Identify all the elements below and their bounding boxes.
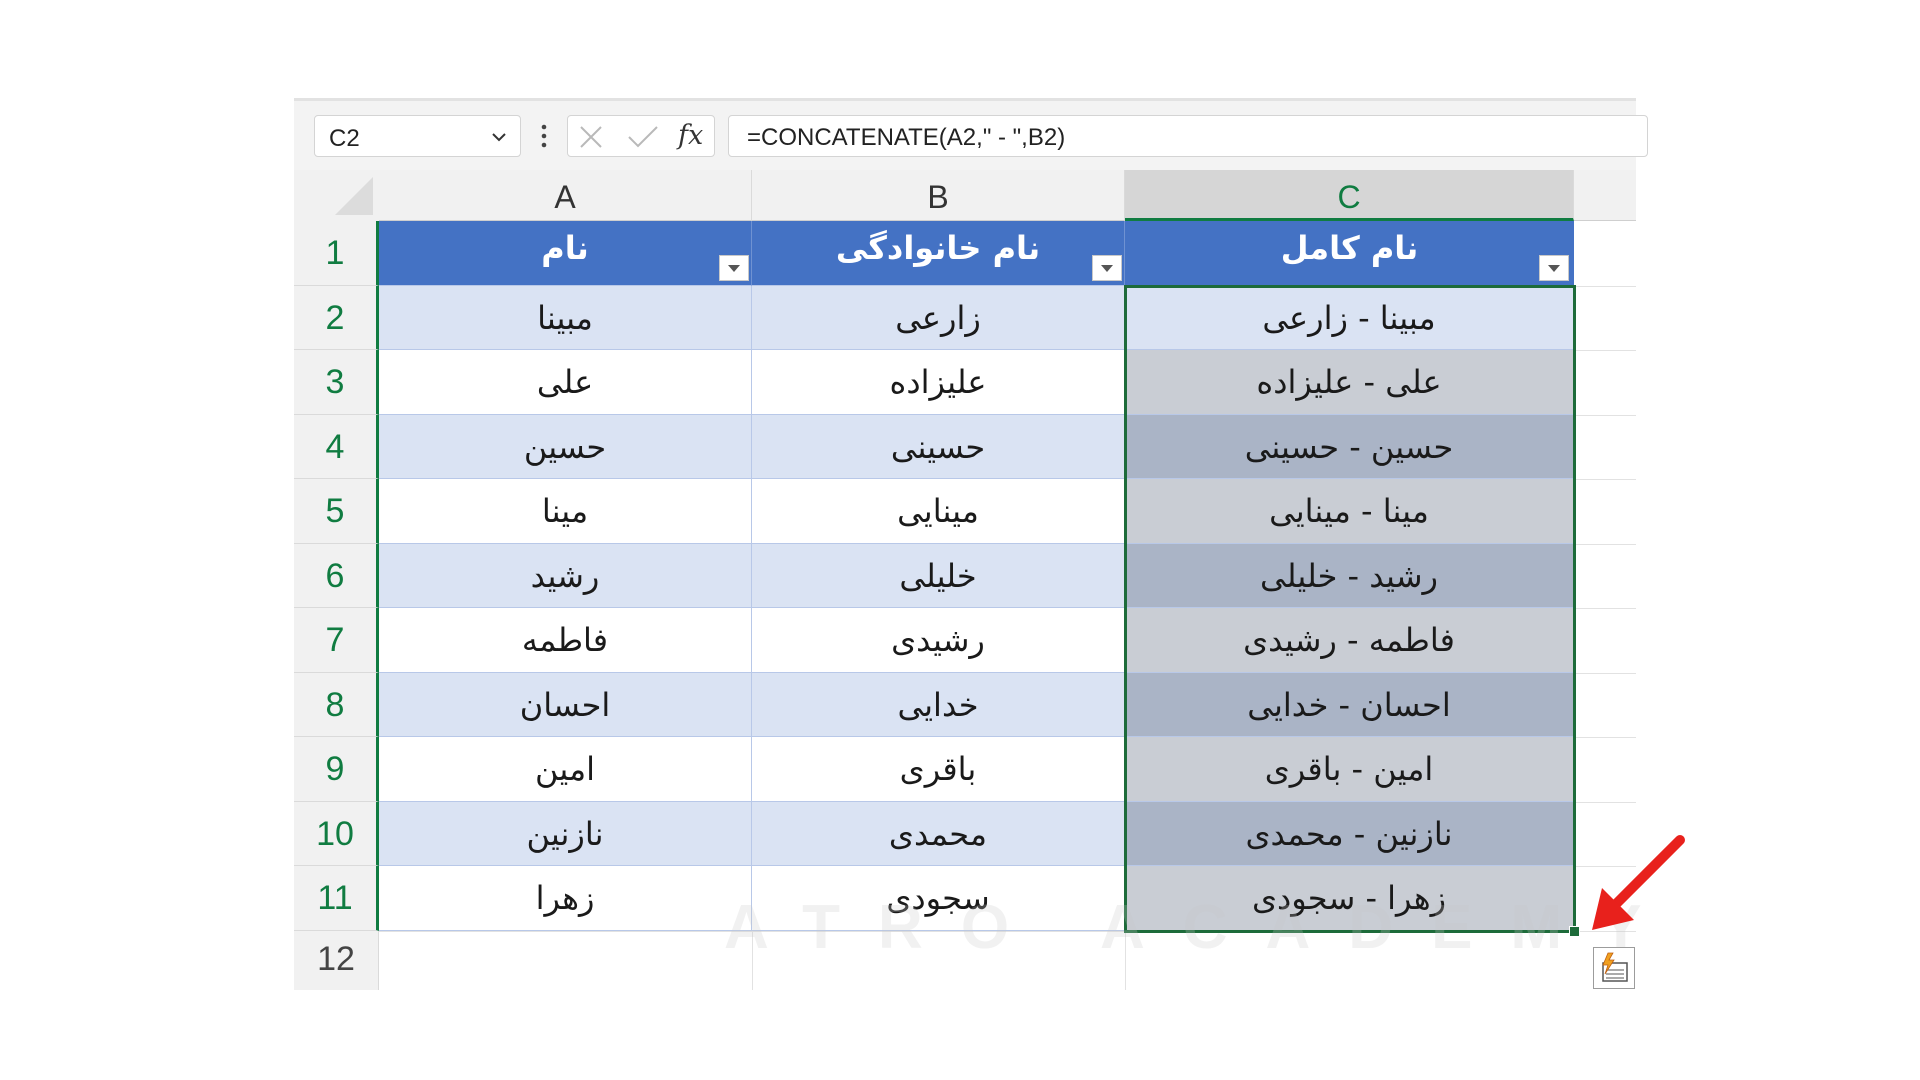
table-cell-b3[interactable]: علیزاده [752, 350, 1125, 415]
gridline [1574, 415, 1636, 416]
row-header-10[interactable]: 10 [294, 802, 379, 866]
row-header-7[interactable]: 7 [294, 608, 379, 673]
table-header-cell-c1[interactable]: نام کامل [1125, 221, 1574, 286]
row-header-9[interactable]: 9 [294, 737, 379, 802]
row-header-5[interactable]: 5 [294, 479, 379, 544]
column-header-b[interactable]: B [752, 170, 1125, 221]
table-cell-c10[interactable]: نازنین - محمدی [1125, 802, 1574, 866]
row-header-1[interactable]: 1 [294, 221, 379, 286]
table-cell-b4[interactable]: حسینی [752, 415, 1125, 479]
insert-function-button[interactable]: fx [678, 120, 703, 151]
gridline [1574, 608, 1636, 609]
gridline [1574, 544, 1636, 545]
table-cell-b8[interactable]: خدایی [752, 673, 1125, 737]
table-cell-a2[interactable]: مبینا [379, 286, 752, 350]
formula-bar-area: C2 fx =CONCATENATE(A2," - ",B2) [294, 98, 1648, 171]
table-cell-c2[interactable]: مبینا - زارعی [1125, 286, 1574, 350]
table-cell-b9[interactable]: باقری [752, 737, 1125, 802]
table-cell-c7[interactable]: فاطمه - رشیدی [1125, 608, 1574, 673]
column-header-d[interactable] [1574, 170, 1636, 221]
formula-input[interactable]: =CONCATENATE(A2," - ",B2) [728, 115, 1648, 157]
gridline [1574, 802, 1636, 803]
table-header-cell-a1[interactable]: نام [379, 221, 752, 286]
table-cell-a6[interactable]: رشید [379, 544, 752, 608]
table-cell-c5[interactable]: مینا - مینایی [1125, 479, 1574, 544]
red-arrow-icon [1592, 835, 1685, 930]
header-label-first-name: نام [541, 229, 589, 267]
table-cell-c3[interactable]: علی - علیزاده [1125, 350, 1574, 415]
table-cell-b6[interactable]: خلیلی [752, 544, 1125, 608]
table-cell-b10[interactable]: محمدی [752, 802, 1125, 866]
row-header-11[interactable]: 11 [294, 866, 379, 931]
row-header-2[interactable]: 2 [294, 286, 379, 350]
more-vertical-icon[interactable] [541, 121, 547, 151]
select-all-corner[interactable] [294, 170, 380, 222]
table-cell-a8[interactable]: احسان [379, 673, 752, 737]
header-label-full-name: نام کامل [1280, 229, 1419, 267]
table-cell-a7[interactable]: فاطمه [379, 608, 752, 673]
table-cell-b2[interactable]: زارعی [752, 286, 1125, 350]
filter-dropdown-icon[interactable] [1092, 255, 1122, 281]
table-cell-a4[interactable]: حسین [379, 415, 752, 479]
table-cell-b7[interactable]: رشیدی [752, 608, 1125, 673]
row-header-3[interactable]: 3 [294, 350, 379, 415]
gridline [1574, 286, 1636, 287]
table-cell-c4[interactable]: حسین - حسینی [1125, 415, 1574, 479]
watermark-text: ATRO ACADEMY [724, 893, 1680, 962]
column-header-c[interactable]: C [1125, 170, 1574, 221]
row-header-6[interactable]: 6 [294, 544, 379, 608]
gridline [1574, 673, 1636, 674]
row-header-12[interactable]: 12 [294, 931, 379, 990]
table-cell-a9[interactable]: امین [379, 737, 752, 802]
table-cell-a10[interactable]: نازنین [379, 802, 752, 866]
spreadsheet-grid: A B C 1 2 3 4 5 6 7 8 9 10 11 12 نام نام… [294, 170, 1641, 990]
header-label-last-name: نام خانوادگی [835, 229, 1041, 267]
gridline [1574, 350, 1636, 351]
cancel-icon[interactable] [578, 124, 604, 150]
table-cell-a11[interactable]: زهرا [379, 866, 752, 931]
table-cell-a5[interactable]: مینا [379, 479, 752, 544]
enter-checkmark-icon[interactable] [626, 124, 660, 150]
gridline [1574, 479, 1636, 480]
table-cell-c8[interactable]: احسان - خدایی [1125, 673, 1574, 737]
chevron-down-icon[interactable] [490, 128, 508, 146]
table-cell-a3[interactable]: علی [379, 350, 752, 415]
table-cell-c9[interactable]: امین - باقری [1125, 737, 1574, 802]
gridline [1574, 737, 1636, 738]
formula-text: =CONCATENATE(A2," - ",B2) [747, 124, 1066, 151]
filter-dropdown-icon[interactable] [719, 255, 749, 281]
name-box-value: C2 [329, 125, 360, 152]
quick-analysis-button[interactable] [1593, 947, 1635, 989]
table-cell-c6[interactable]: رشید - خلیلی [1125, 544, 1574, 608]
table-header-cell-b1[interactable]: نام خانوادگی [752, 221, 1125, 286]
formula-actions: fx [567, 115, 715, 157]
row-header-8[interactable]: 8 [294, 673, 379, 737]
quick-analysis-icon [1602, 952, 1628, 982]
table-cell-b5[interactable]: مینایی [752, 479, 1125, 544]
name-box[interactable]: C2 [314, 115, 521, 157]
column-header-a[interactable]: A [379, 170, 752, 221]
filter-dropdown-icon[interactable] [1539, 255, 1569, 281]
row-header-4[interactable]: 4 [294, 415, 379, 479]
